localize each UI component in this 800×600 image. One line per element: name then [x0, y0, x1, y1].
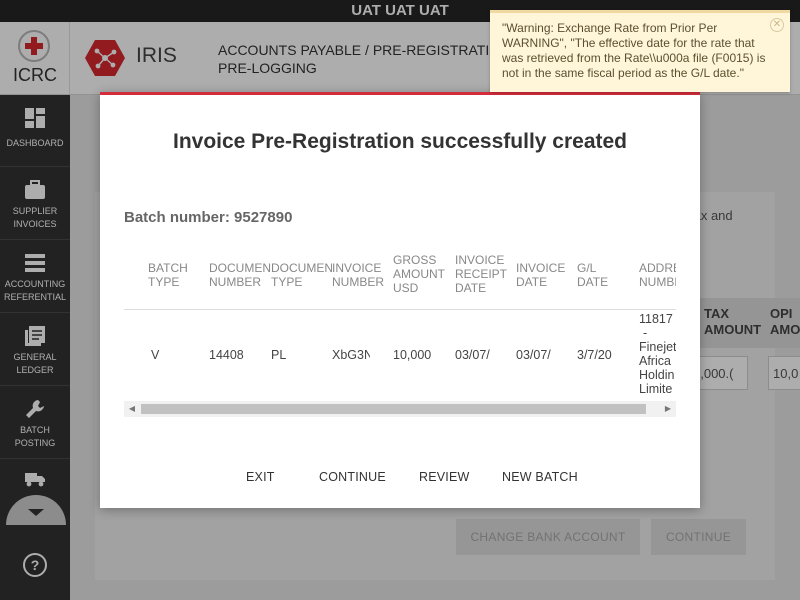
warning-toast: "Warning: Exchange Rate from Prior Per W…: [490, 10, 790, 92]
review-button[interactable]: REVIEW: [419, 470, 470, 484]
column-header-document-number: DOCUMENTNUMBER: [209, 261, 271, 289]
continue-button[interactable]: CONTINUE: [319, 470, 386, 484]
table-header: BATCHTYPE DOCUMENTNUMBER DOCUMENTTYPE IN…: [124, 247, 676, 310]
dialog-title: Invoice Pre-Registration successfully cr…: [172, 130, 627, 153]
cell-batch-type: V: [151, 348, 160, 362]
batch-number: Batch number: 9527890: [124, 209, 293, 226]
cell-address-number: 11817 - Finejet Africa Holdin Limite: [639, 312, 676, 396]
cell-invoice-receipt-date: 03/07/: [455, 348, 490, 362]
close-icon[interactable]: ✕: [770, 18, 784, 32]
exit-button[interactable]: EXIT: [246, 470, 275, 484]
result-table: BATCHTYPE DOCUMENTNUMBER DOCUMENTTYPE IN…: [124, 247, 676, 407]
cell-invoice-number: XbG3N: [332, 348, 370, 362]
column-header-invoice-date: INVOICE DATE: [516, 261, 566, 289]
cell-document-type: PL: [271, 348, 287, 362]
column-header-gross-amount: GROSS AMOUNT USD: [393, 253, 445, 295]
scroll-right-arrow-icon[interactable]: ▶: [660, 401, 676, 417]
cell-document-number: 14408: [209, 348, 244, 362]
column-header-invoice-number: INVOICE NUMBER: [332, 261, 385, 289]
table-horizontal-scrollbar[interactable]: ◀ ▶: [124, 401, 676, 417]
toast-message: "Warning: Exchange Rate from Prior Per W…: [502, 21, 766, 80]
scroll-left-arrow-icon[interactable]: ◀: [124, 401, 140, 417]
cell-gl-date: 3/7/20: [577, 348, 612, 362]
column-header-invoice-receipt-date: INVOICE RECEIPT DATE: [455, 253, 508, 295]
column-header-batch-type: BATCH TYPE: [148, 261, 188, 289]
column-header-document-type: DOCUMENTTYPE: [271, 261, 332, 289]
success-dialog: Invoice Pre-Registration successfully cr…: [100, 92, 700, 508]
scrollbar-thumb[interactable]: [141, 404, 646, 414]
column-header-address-number: ADDRENUMBE: [639, 261, 676, 289]
cell-gross-amount: 10,000: [393, 348, 432, 362]
new-batch-button[interactable]: NEW BATCH: [502, 470, 578, 484]
column-header-gl-date: G/L DATE: [577, 261, 609, 289]
cell-invoice-date: 03/07/: [516, 348, 551, 362]
